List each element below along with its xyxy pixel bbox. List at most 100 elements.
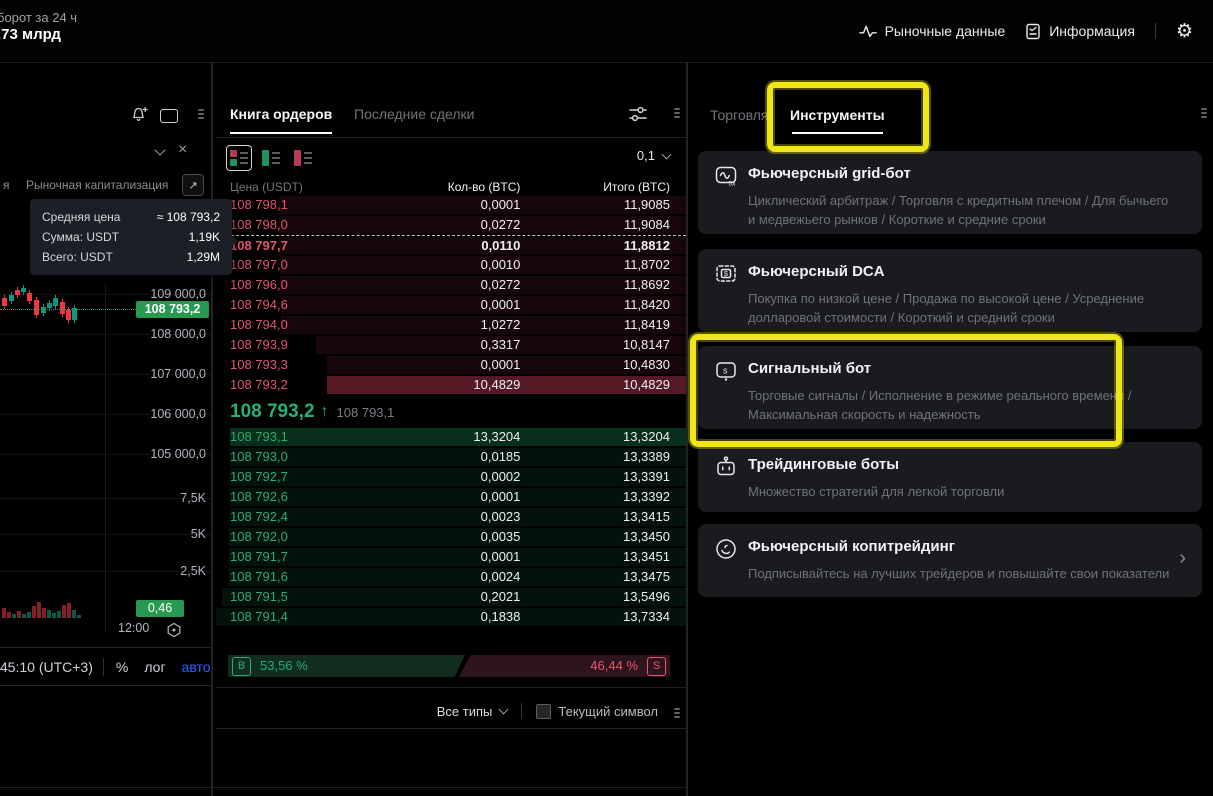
ask-row[interactable]: 108 794,60,000111,8420 [216,295,686,315]
card-futures-copytrading[interactable]: Фьючерсный копитрейдинг Подписывайтесь н… [698,524,1202,597]
turnover-24h: борот за 24 ч ,73 млрд [0,9,77,43]
tab-recent-trades[interactable]: Последние сделки [354,106,475,122]
info-link[interactable]: Информация [1025,23,1135,40]
ask-row[interactable]: 108 794,01,027211,8419 [216,315,686,335]
card-trading-bots[interactable]: Трейдинговые боты Множество стратегий дл… [698,442,1202,512]
volume-badge: 0,46 [136,600,184,617]
orderbook-settings-icon[interactable] [628,104,648,124]
toolbar-divider [103,658,104,676]
last-traded-price: 108 793,2 [230,401,315,423]
bid-row[interactable]: 108 791,40,183813,7334 [216,607,686,627]
topbar-divider [1155,23,1156,39]
tab-tools[interactable]: Инструменты [790,107,885,123]
ask-row[interactable]: 108 798,00,027211,9084 [216,215,686,235]
chart-toolbar: :45:10 (UTC+3) % лог авто [0,647,211,686]
price-axis-label: 108 000,0 [150,327,206,341]
ask-row[interactable]: 108 793,90,331710,8147 [216,335,686,355]
pulse-icon [859,23,877,39]
card-futures-dca[interactable]: $ Фьючерсный DCA Покупка по низкой цене … [698,249,1202,332]
card-futures-grid-bot[interactable]: 5x Фьючерсный grid-бот Циклический арбит… [698,151,1202,234]
card-desc: Торговые сигналы / Исполнение в режиме р… [748,386,1176,424]
chart-tooltip: Средняя цена≈ 108 793,2Сумма: USDT1,19KВ… [30,199,232,275]
tick-size-select[interactable]: 0,1 [637,148,670,163]
ask-row[interactable]: 108 797,70,011011,8812 [216,235,686,255]
orderbook-panel: Книга ордеров Последние сделки 0,1 Цена … [216,62,686,796]
document-icon [1025,23,1041,40]
ask-row[interactable]: 108 793,210,482910,4829 [216,375,686,395]
bid-row[interactable]: 108 792,00,003513,3450 [216,527,686,547]
ask-row[interactable]: 108 798,10,000111,9085 [216,195,686,215]
tick-size-value: 0,1 [637,148,655,163]
card-desc: Циклический арбитраж / Торговля с кредит… [748,191,1176,229]
col-amount: Кол-во (BTC) [388,177,520,197]
market-data-label: Рыночные данные [885,23,1006,39]
bid-row[interactable]: 108 791,70,000113,3451 [216,547,686,567]
bid-row[interactable]: 108 792,70,000213,3391 [216,467,686,487]
divider [521,703,522,719]
chevron-down-icon [662,149,672,159]
view-asks-only-icon[interactable] [290,145,316,171]
last-price-badge: 108 793,2 [136,301,209,318]
card-signal-bot[interactable]: s Сигнальный бот Торговые сигналы / Испо… [698,346,1202,429]
time-axis-label: 12:00 [118,621,149,635]
orderbook-menu-icon[interactable] [674,108,680,118]
bottom-divider [0,787,686,788]
view-bids-only-icon[interactable] [258,145,284,171]
tools-menu-icon[interactable] [1201,108,1207,118]
price-axis-label: 109 000,0 [150,287,206,301]
col-total: Итого (BTC) [520,177,670,197]
settings-gear-icon[interactable]: ⚙ [1176,22,1193,41]
price-direction-arrow-icon: ↑ [321,403,329,421]
bid-row[interactable]: 108 792,60,000113,3392 [216,487,686,507]
card-title: Фьючерсный grid-бот [748,165,911,182]
all-types-label: Все типы [437,704,493,719]
bid-row[interactable]: 108 792,40,002313,3415 [216,507,686,527]
bid-row[interactable]: 108 793,113,320413,3204 [216,427,686,447]
sell-ratio-value: 46,44 % [590,655,638,677]
tooltip-row: Средняя цена≈ 108 793,2 [42,207,220,227]
tools-panel: Торговля Инструменты 5x Фьючерсный grid-… [687,62,1213,796]
price-axis-label: 107 000,0 [150,367,206,381]
view-both-sides-icon[interactable] [226,145,252,171]
turnover-value: ,73 млрд [0,26,77,43]
all-types-select[interactable]: Все типы [437,704,508,719]
clock-utc[interactable]: :45:10 (UTC+3) [0,659,93,675]
svg-text:5x: 5x [729,181,737,188]
ask-row[interactable]: 108 796,00,027211,8692 [216,275,686,295]
card-title: Фьючерсный копитрейдинг [748,538,955,555]
tooltip-row: Всего: USDT1,29M [42,247,220,267]
ask-row[interactable]: 108 797,00,001011,8702 [216,255,686,275]
orderbook-asks: 108 798,10,000111,9085 108 798,00,027211… [216,195,686,395]
tooltip-row: Сумма: USDT1,19K [42,227,220,247]
copytrading-icon [714,537,738,561]
signal-bot-icon: s [714,359,738,383]
auto-scale-button[interactable]: авто [182,659,211,675]
grid-bot-icon: 5x [714,164,738,188]
percent-scale-button[interactable]: % [116,659,128,675]
log-scale-button[interactable]: лог [144,659,165,675]
tab-orderbook[interactable]: Книга ордеров [230,106,332,122]
chevron-down-icon [499,705,509,715]
last-price-row[interactable]: 108 793,2 ↑ 108 793,1 [216,397,686,427]
volume-axis-label: 7,5K [180,491,206,505]
tab-trade[interactable]: Торговля [710,107,768,123]
orderbook-column-headers: Цена (USDT) Кол-во (BTC) Итого (BTC) [216,177,686,197]
panel-divider[interactable] [211,62,213,796]
svg-text:s: s [723,366,728,376]
filter-menu-icon[interactable] [674,708,680,718]
info-label: Информация [1049,23,1135,39]
current-symbol-checkbox[interactable]: Текущий символ [536,704,658,719]
card-title: Сигнальный бот [748,360,871,377]
timezone-settings-icon[interactable] [166,622,182,638]
card-desc: Покупка по низкой цене / Продажа по высо… [748,289,1176,327]
volume-axis-label: 2,5K [180,564,206,578]
bid-row[interactable]: 108 791,50,202113,5496 [216,587,686,607]
trades-filter-bar: Все типы Текущий символ [216,694,686,729]
ask-row[interactable]: 108 793,30,000110,4830 [216,355,686,375]
sell-badge: S [647,657,666,676]
col-price: Цена (USDT) [230,177,388,197]
bid-row[interactable]: 108 793,00,018513,3389 [216,447,686,467]
price-axis-label: 105 000,0 [150,447,206,461]
bid-row[interactable]: 108 791,60,002413,3475 [216,567,686,587]
market-data-link[interactable]: Рыночные данные [859,23,1006,39]
